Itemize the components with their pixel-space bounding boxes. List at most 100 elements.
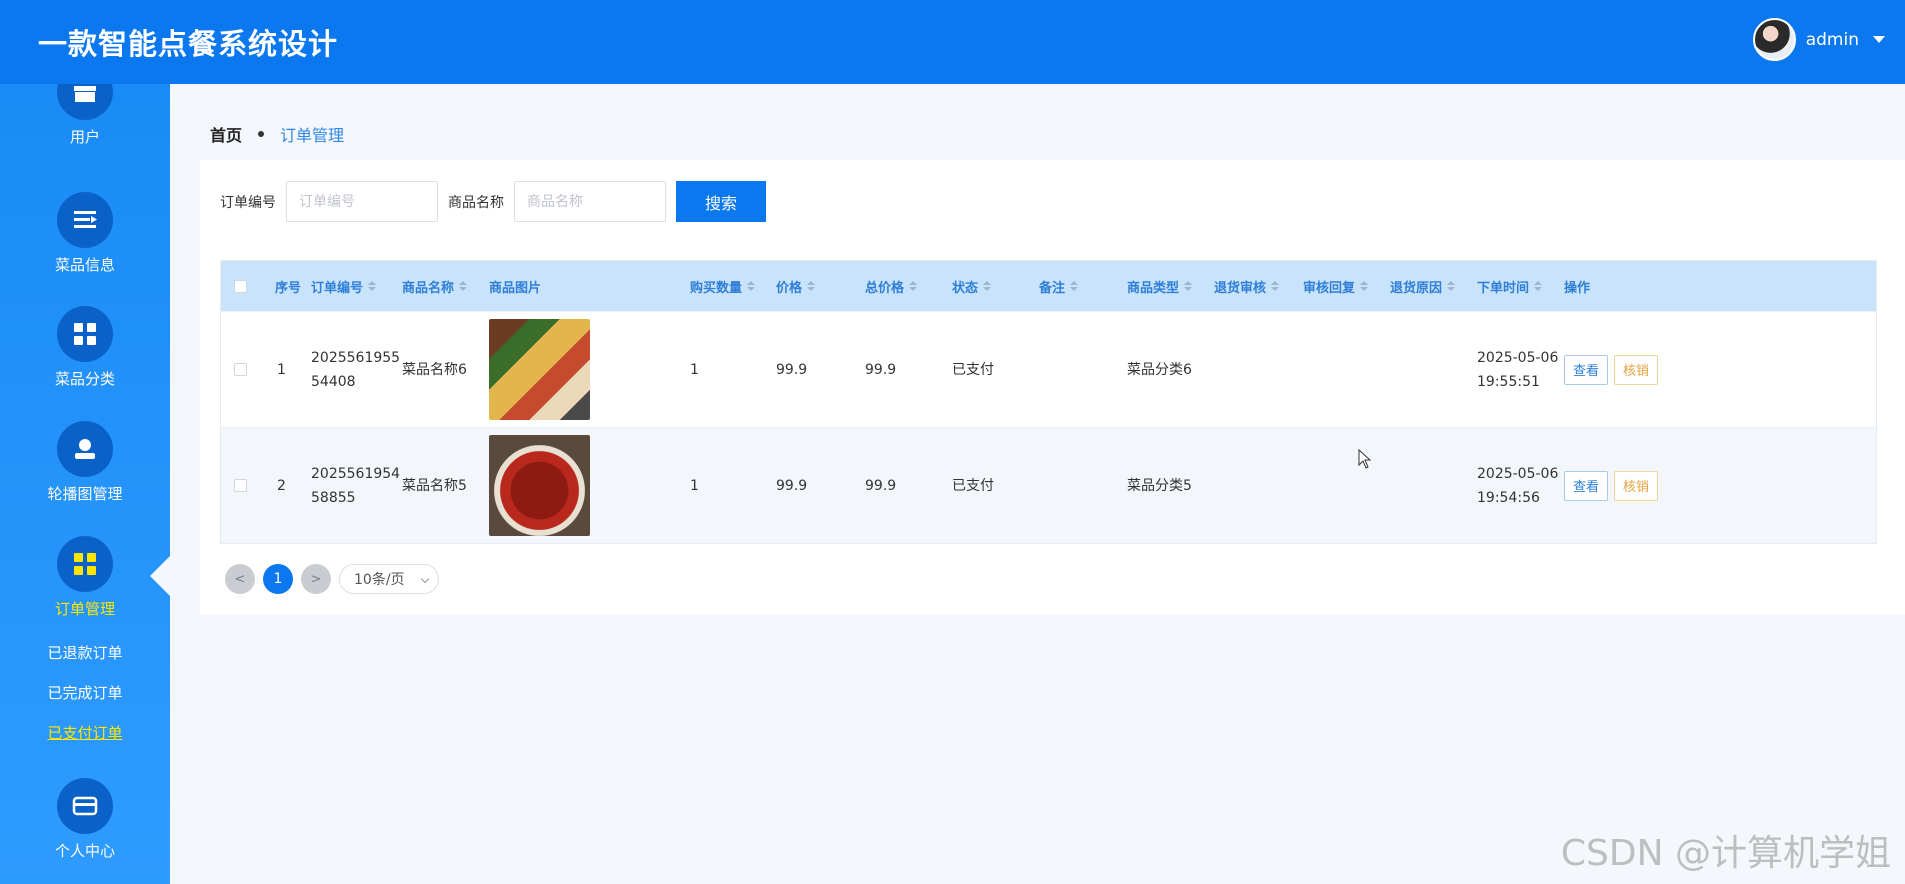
breadcrumb: 首页 订单管理 (210, 122, 344, 146)
sidebar-item-orders[interactable]: 订单管理 (0, 536, 170, 619)
select-all-checkbox[interactable] (233, 279, 247, 293)
sidebar-item-dish-info[interactable]: 菜品信息 (0, 192, 170, 275)
active-indicator (150, 554, 170, 598)
sort-icon[interactable] (807, 281, 816, 291)
breadcrumb-current: 订单管理 (280, 126, 345, 145)
sort-icon[interactable] (1271, 281, 1280, 291)
row-select-cell (221, 479, 259, 492)
mouse-cursor-icon (1358, 449, 1372, 469)
sort-icon[interactable] (1360, 281, 1369, 291)
product-image[interactable] (489, 319, 590, 420)
row-checkbox[interactable] (233, 363, 247, 376)
col-index: 序号 (275, 280, 302, 296)
table-row[interactable]: 2 2025561954 58855 菜品名称5 1 99.9 99.9 已支付 … (221, 427, 1876, 543)
search-button[interactable]: 搜索 (676, 181, 766, 222)
view-button[interactable]: 查看 (1564, 354, 1609, 385)
chevron-down-icon (420, 574, 430, 584)
row-total: 99.9 (865, 361, 897, 378)
select-all-cell (221, 279, 259, 293)
row-index: 2 (277, 477, 286, 494)
sidebar-subitem-paid[interactable]: 已支付订单 (0, 722, 170, 743)
watermark: CSDN @计算机学姐 (1560, 833, 1891, 874)
verify-button[interactable]: 核销 (1614, 354, 1659, 385)
table-row[interactable]: 1 2025561955 54408 菜品名称6 1 99.9 99.9 已支付 … (221, 311, 1876, 427)
breadcrumb-home[interactable]: 首页 (210, 122, 242, 146)
col-category[interactable]: 商品类型 (1127, 277, 1214, 296)
order-no-label: 订单编号 (220, 194, 276, 211)
sidebar-subitem-completed[interactable]: 已完成订单 (0, 682, 170, 703)
user-icon (57, 421, 113, 477)
row-actions: 查看 核销 (1564, 470, 1664, 501)
caret-down-icon[interactable] (1873, 36, 1885, 43)
page-size-select[interactable]: 10条/页 (339, 564, 439, 594)
next-page-button[interactable]: > (301, 564, 331, 594)
sort-icon[interactable] (368, 281, 377, 291)
sidebar-item-dish-category[interactable]: 菜品分类 (0, 306, 170, 389)
col-order-no[interactable]: 订单编号 (309, 277, 402, 296)
col-product[interactable]: 商品名称 (402, 277, 489, 296)
view-button[interactable]: 查看 (1564, 470, 1609, 501)
col-order-time[interactable]: 下单时间 (1477, 277, 1564, 296)
table-header: 序号 订单编号 商品名称 商品图片 购买数量 价格 总价格 状态 备注 商品类型… (221, 261, 1876, 311)
list-icon (57, 192, 113, 248)
row-status: 已支付 (952, 477, 994, 494)
row-product: 菜品名称6 (402, 361, 467, 378)
row-order-time: 2025-05-06 19:55:51 (1477, 349, 1559, 390)
app-title: 一款智能点餐系统设计 (38, 27, 339, 61)
col-return-reason[interactable]: 退货原因 (1390, 277, 1477, 296)
order-no-input[interactable] (286, 181, 438, 222)
sidebar: 用户 菜品信息 菜品分类 轮播图管理 订单管理 已退款订单 已完成订单 已支付订… (0, 84, 170, 884)
row-status: 已支付 (952, 361, 994, 378)
col-qty[interactable]: 购买数量 (690, 277, 776, 296)
row-order-no: 2025561955 54408 (311, 349, 401, 390)
col-status[interactable]: 状态 (952, 277, 1039, 296)
prev-page-button[interactable]: < (225, 564, 255, 594)
sidebar-item-profile[interactable]: 个人中心 (0, 778, 170, 861)
page-number[interactable]: 1 (263, 564, 293, 594)
card-icon (57, 778, 113, 834)
row-order-time: 2025-05-06 19:54:56 (1477, 465, 1559, 506)
sort-icon[interactable] (909, 281, 918, 291)
row-product: 菜品名称5 (402, 477, 467, 494)
product-image[interactable] (489, 435, 590, 536)
sort-icon[interactable] (983, 281, 992, 291)
row-actions: 查看 核销 (1564, 354, 1664, 385)
row-select-cell (221, 363, 259, 376)
sort-icon[interactable] (1184, 281, 1193, 291)
product-name-input[interactable] (514, 181, 666, 222)
avatar[interactable] (1752, 18, 1796, 61)
row-total: 99.9 (865, 477, 897, 494)
sidebar-subitem-refunded[interactable]: 已退款订单 (0, 642, 170, 663)
row-category: 菜品分类5 (1127, 477, 1192, 494)
col-image: 商品图片 (489, 280, 542, 296)
col-note[interactable]: 备注 (1039, 277, 1127, 296)
col-actions: 操作 (1564, 280, 1591, 296)
top-header: 一款智能点餐系统设计 admin (0, 0, 1905, 84)
grid-icon (57, 306, 113, 362)
row-category: 菜品分类6 (1127, 361, 1192, 378)
sort-icon[interactable] (747, 281, 756, 291)
row-qty: 1 (690, 477, 699, 494)
col-price[interactable]: 价格 (776, 277, 865, 296)
username[interactable]: admin (1806, 30, 1859, 50)
col-total[interactable]: 总价格 (865, 277, 952, 296)
sidebar-item-carousel[interactable]: 轮播图管理 (0, 421, 170, 504)
shop-icon (57, 84, 113, 120)
main-panel: 订单编号 商品名称 搜索 序号 订单编号 商品名称 商品图片 购买数量 价格 总… (200, 160, 1905, 614)
row-qty: 1 (690, 361, 699, 378)
col-review-reply[interactable]: 审核回复 (1303, 277, 1390, 296)
verify-button[interactable]: 核销 (1614, 470, 1659, 501)
row-index: 1 (277, 361, 286, 378)
orders-table: 序号 订单编号 商品名称 商品图片 购买数量 价格 总价格 状态 备注 商品类型… (220, 260, 1877, 544)
sort-icon[interactable] (1534, 281, 1543, 291)
row-checkbox[interactable] (233, 479, 247, 492)
sort-icon[interactable] (1447, 281, 1456, 291)
row-image-cell (489, 435, 690, 536)
grid-icon (57, 536, 113, 592)
sort-icon[interactable] (1070, 281, 1079, 291)
col-return-review[interactable]: 退货审核 (1214, 277, 1303, 296)
search-bar: 订单编号 商品名称 搜索 (220, 181, 766, 222)
sort-icon[interactable] (459, 281, 468, 291)
user-menu[interactable]: admin (1752, 18, 1885, 61)
sidebar-item-users[interactable]: 用户 (0, 84, 170, 147)
